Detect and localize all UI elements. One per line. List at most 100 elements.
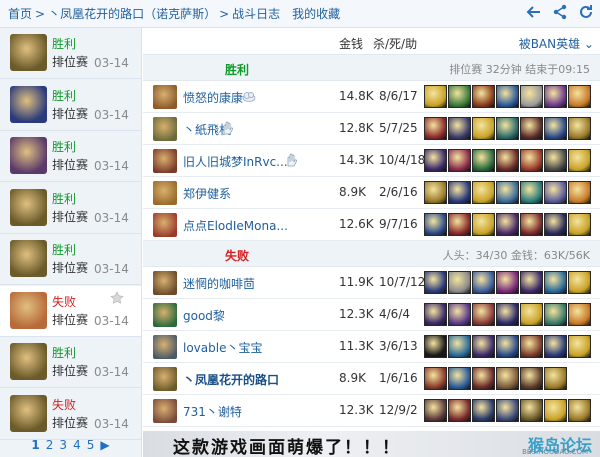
item-icon[interactable] — [424, 149, 447, 172]
item-icon[interactable] — [424, 85, 447, 108]
item-icon[interactable] — [544, 399, 567, 422]
item-icon[interactable] — [568, 149, 591, 172]
item-icon[interactable] — [448, 303, 471, 326]
match-list-item[interactable]: 胜利 排位赛 03-14 — [0, 183, 141, 234]
item-icon[interactable] — [496, 85, 519, 108]
back-arrow-icon[interactable] — [526, 4, 542, 20]
item-icon[interactable] — [520, 335, 543, 358]
player-row[interactable]: 郑伊健系 8.9K 2/6/16 — [143, 177, 600, 209]
item-icon[interactable] — [496, 399, 519, 422]
item-icon[interactable] — [568, 335, 591, 358]
match-list-item[interactable]: 失败 排位赛 03-14 — [0, 285, 141, 337]
match-list-item[interactable]: 胜利 排位赛 03-14 — [0, 337, 141, 388]
breadcrumb-battle-log[interactable]: 战斗日志 — [232, 5, 280, 22]
favorite-star-icon[interactable] — [110, 290, 124, 305]
item-icon[interactable] — [424, 213, 447, 236]
item-icon[interactable] — [424, 399, 447, 422]
page-link[interactable]: 5 — [87, 438, 95, 452]
share-icon[interactable] — [552, 4, 568, 20]
player-row[interactable]: 迷惘的咖啡茴 11.9K 10/7/12 — [143, 267, 600, 299]
item-icon[interactable] — [568, 85, 591, 108]
item-icon[interactable] — [496, 367, 519, 390]
item-icon[interactable] — [424, 117, 447, 140]
match-list-item[interactable]: 胜利 排位赛 03-14 — [0, 80, 141, 131]
item-icon[interactable] — [520, 271, 543, 294]
item-icon[interactable] — [472, 399, 495, 422]
item-icon[interactable] — [472, 117, 495, 140]
breadcrumb-summoner[interactable]: 丶凤凰花开的路口（诺克萨斯） — [48, 5, 216, 22]
item-icon[interactable] — [448, 367, 471, 390]
item-icon[interactable] — [544, 213, 567, 236]
player-name[interactable]: 愤怒的康康 — [183, 89, 243, 106]
player-row[interactable]: 愤怒的康康 14.8K 8/6/17 — [143, 81, 600, 113]
item-icon[interactable] — [496, 271, 519, 294]
player-row[interactable]: lovable丶宝宝 11.3K 3/6/13 — [143, 331, 600, 363]
item-icon[interactable] — [568, 213, 591, 236]
item-icon[interactable] — [568, 399, 591, 422]
item-icon[interactable] — [544, 367, 567, 390]
item-icon[interactable] — [544, 149, 567, 172]
breadcrumb-home[interactable]: 首页 — [8, 5, 32, 22]
match-list-item[interactable]: 胜利 排位赛 03-14 — [0, 28, 141, 79]
player-name[interactable]: 731丶谢特 — [183, 403, 242, 420]
favorites-link[interactable]: 我的收藏 — [292, 5, 340, 22]
player-name[interactable]: good黎 — [183, 307, 225, 324]
match-list-item[interactable]: 失败 排位赛 03-14 — [0, 389, 141, 440]
item-icon[interactable] — [544, 85, 567, 108]
item-icon[interactable] — [520, 303, 543, 326]
item-icon[interactable] — [424, 181, 447, 204]
item-icon[interactable] — [472, 303, 495, 326]
item-icon[interactable] — [472, 181, 495, 204]
item-icon[interactable] — [448, 213, 471, 236]
item-icon[interactable] — [568, 303, 591, 326]
page-link[interactable]: 3 — [59, 438, 67, 452]
player-name[interactable]: 点点ElodIeMona... — [183, 217, 288, 234]
player-name[interactable]: 郑伊健系 — [183, 185, 231, 202]
item-icon[interactable] — [568, 117, 591, 140]
item-icon[interactable] — [424, 335, 447, 358]
match-list-item[interactable]: 胜利 排位赛 03-14 — [0, 131, 141, 182]
player-row[interactable]: good黎 12.3K 4/6/4 — [143, 299, 600, 331]
item-icon[interactable] — [496, 213, 519, 236]
item-icon[interactable] — [472, 85, 495, 108]
page-link[interactable]: 4 — [73, 438, 81, 452]
player-name[interactable]: lovable丶宝宝 — [183, 339, 262, 356]
item-icon[interactable] — [424, 367, 447, 390]
item-icon[interactable] — [544, 271, 567, 294]
item-icon[interactable] — [520, 117, 543, 140]
item-icon[interactable] — [520, 367, 543, 390]
item-icon[interactable] — [448, 399, 471, 422]
item-icon[interactable] — [448, 149, 471, 172]
player-name[interactable]: 迷惘的咖啡茴 — [183, 275, 255, 292]
item-icon[interactable] — [496, 181, 519, 204]
page-link[interactable]: 1 — [31, 438, 39, 452]
banned-heroes-dropdown[interactable]: 被BAN英雄 ⌄ — [519, 35, 594, 52]
item-icon[interactable] — [520, 181, 543, 204]
item-icon[interactable] — [520, 399, 543, 422]
item-icon[interactable] — [496, 303, 519, 326]
item-icon[interactable] — [496, 335, 519, 358]
item-icon[interactable] — [448, 117, 471, 140]
item-icon[interactable] — [544, 181, 567, 204]
item-icon[interactable] — [448, 271, 471, 294]
item-icon[interactable] — [568, 181, 591, 204]
item-icon[interactable] — [472, 335, 495, 358]
item-icon[interactable] — [544, 117, 567, 140]
player-name[interactable]: 丶凤凰花开的路口 — [183, 371, 279, 388]
item-icon[interactable] — [424, 271, 447, 294]
player-row[interactable]: 731丶谢特 12.3K 12/9/2 — [143, 395, 600, 427]
refresh-icon[interactable] — [578, 4, 594, 20]
item-icon[interactable] — [472, 271, 495, 294]
item-icon[interactable] — [424, 303, 447, 326]
item-icon[interactable] — [520, 213, 543, 236]
item-icon[interactable] — [448, 335, 471, 358]
player-row[interactable]: 点点ElodIeMona... 12.6K 9/7/16 — [143, 209, 600, 241]
item-icon[interactable] — [544, 335, 567, 358]
item-icon[interactable] — [520, 149, 543, 172]
item-icon[interactable] — [448, 181, 471, 204]
item-icon[interactable] — [448, 85, 471, 108]
item-icon[interactable] — [568, 271, 591, 294]
player-row[interactable]: 丶紙飛机 12.8K 5/7/25 — [143, 113, 600, 145]
item-icon[interactable] — [472, 213, 495, 236]
item-icon[interactable] — [520, 85, 543, 108]
